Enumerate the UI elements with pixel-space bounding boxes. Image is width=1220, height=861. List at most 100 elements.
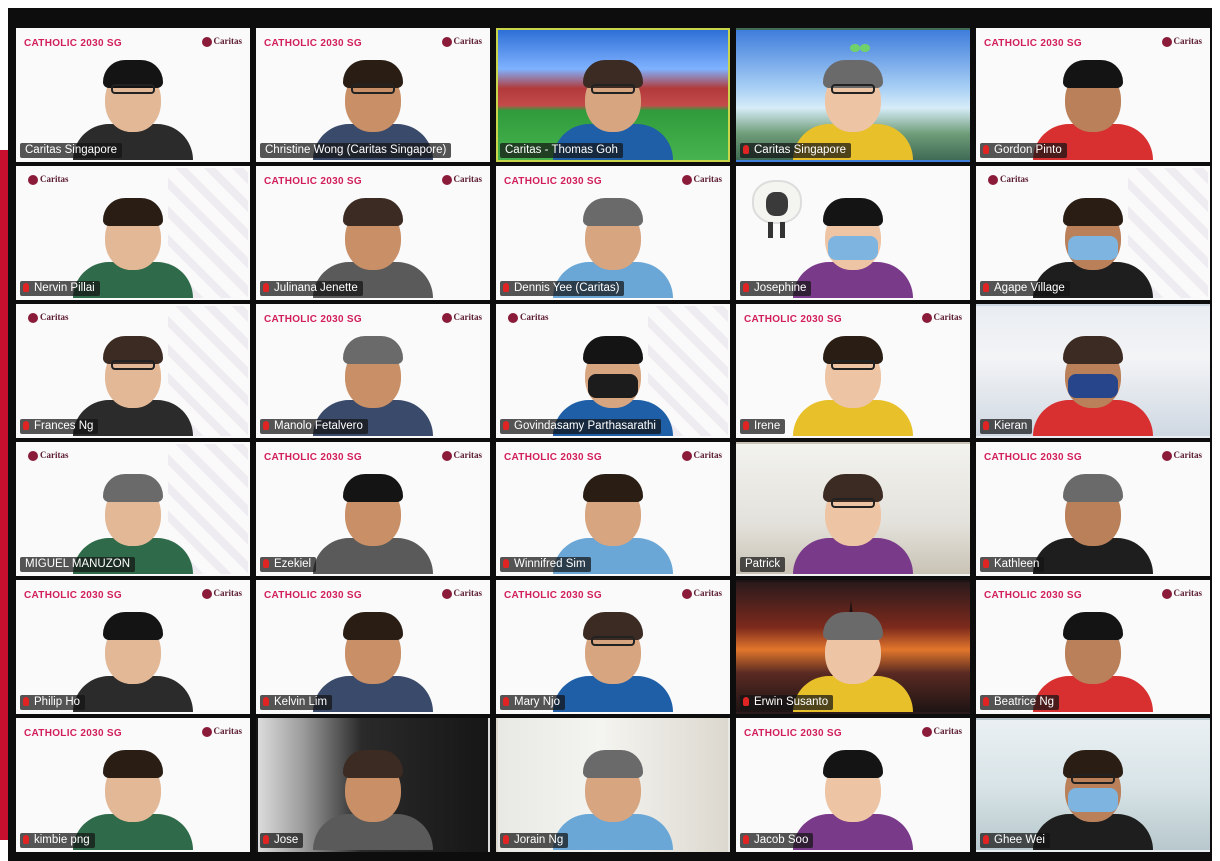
participant-video-tile[interactable]: Kieran — [976, 304, 1210, 438]
mic-muted-icon — [263, 283, 269, 292]
participant-video — [738, 306, 968, 436]
participant-name-label: Julinana Jenette — [260, 281, 363, 296]
participant-name-label: Patrick — [740, 557, 786, 572]
participant-name-label: Agape Village — [980, 281, 1070, 296]
participant-video-tile[interactable]: Patrick — [736, 442, 970, 576]
participant-video-tile[interactable]: CATHOLIC 2030 SG Caritas Philip Ho — [16, 580, 250, 714]
participant-video — [258, 168, 488, 298]
participant-video-tile[interactable]: Erwin Susanto — [736, 580, 970, 714]
participant-name: Julinana Jenette — [274, 282, 358, 294]
mic-muted-icon — [263, 421, 269, 430]
brand-accent-bar — [0, 150, 8, 840]
participant-grid: CATHOLIC 2030 SG Caritas Caritas Singapore… — [16, 28, 1210, 852]
participant-name-label: Jacob Soo — [740, 833, 814, 848]
participant-video-tile[interactable]: CATHOLIC 2030 SG Caritas Dennis Yee (Carit… — [496, 166, 730, 300]
participant-name-label: Christine Wong (Caritas Singapore) — [260, 143, 452, 158]
participant-name: Ezekiel — [274, 558, 312, 570]
participant-video-tile[interactable]: CATHOLIC 2030 SG Caritas Kelvin Lim — [256, 580, 490, 714]
participant-name-label: Manolo Fetalvero — [260, 419, 368, 434]
mic-muted-icon — [743, 283, 749, 292]
participant-video-tile[interactable]: CATHOLIC 2030 SG Caritas Julinana Jenette — [256, 166, 490, 300]
participant-name-label: Kieran — [980, 419, 1033, 434]
participant-video-tile[interactable]: Caritas Govindasamy Parthasarathi — [496, 304, 730, 438]
participant-name-label: Ezekiel — [260, 557, 317, 572]
participant-video — [498, 168, 728, 298]
participant-name-label: Mary Njo — [500, 695, 566, 710]
participant-video-tile[interactable]: CATHOLIC 2030 SG Caritas Beatrice Ng — [976, 580, 1210, 714]
mic-muted-icon — [743, 145, 749, 154]
participant-name: Mary Njo — [514, 696, 561, 708]
mic-muted-icon — [263, 835, 269, 844]
participant-video — [18, 30, 248, 160]
mic-muted-icon — [503, 559, 509, 568]
participant-video-tile[interactable]: CATHOLIC 2030 SG Caritas Jacob Soo — [736, 718, 970, 852]
participant-video-tile[interactable]: CATHOLIC 2030 SG Caritas Gordon Pinto — [976, 28, 1210, 162]
participant-name-label: Dennis Yee (Caritas) — [500, 281, 625, 296]
participant-video-tile[interactable]: Caritas Agape Village — [976, 166, 1210, 300]
participant-video — [978, 720, 1208, 850]
participant-video — [498, 720, 728, 850]
participant-video-tile[interactable]: CATHOLIC 2030 SG Caritas Mary Njo — [496, 580, 730, 714]
mic-muted-icon — [743, 697, 749, 706]
participant-name: Beatrice Ng — [994, 696, 1055, 708]
mic-muted-icon — [263, 559, 269, 568]
participant-name-label: Caritas - Thomas Goh — [500, 143, 623, 158]
mic-muted-icon — [23, 697, 29, 706]
participant-video-tile[interactable]: Jose — [256, 718, 490, 852]
participant-video — [978, 444, 1208, 574]
participant-video — [498, 30, 728, 160]
participant-video — [978, 168, 1208, 298]
participant-name-label: Josephine — [740, 281, 812, 296]
participant-video-tile[interactable]: Caritas MIGUEL MANUZON — [16, 442, 250, 576]
participant-name: Gordon Pinto — [994, 144, 1062, 156]
participant-name-label: Winnifred Sim — [500, 557, 591, 572]
participant-name: Philip Ho — [34, 696, 81, 708]
participant-name-label: MIGUEL MANUZON — [20, 557, 135, 572]
mic-muted-icon — [503, 421, 509, 430]
mic-muted-icon — [23, 421, 29, 430]
mic-muted-icon — [23, 283, 29, 292]
participant-video-tile[interactable]: Jorain Ng — [496, 718, 730, 852]
participant-name: Frances Ng — [34, 420, 94, 432]
participant-video-tile[interactable]: CATHOLIC 2030 SG Caritas Ezekiel — [256, 442, 490, 576]
mic-muted-icon — [743, 835, 749, 844]
video-gallery-window: CATHOLIC 2030 SG Caritas Caritas Singapore… — [8, 8, 1212, 861]
participant-video-tile[interactable]: CATHOLIC 2030 SG Caritas Winnifred Sim — [496, 442, 730, 576]
participant-video-tile[interactable]: CATHOLIC 2030 SG Caritas kimbie png — [16, 718, 250, 852]
participant-name: Jose — [274, 834, 299, 846]
participant-name-label: Beatrice Ng — [980, 695, 1060, 710]
participant-name: Caritas Singapore — [25, 144, 118, 156]
participant-video-tile[interactable]: Caritas Frances Ng — [16, 304, 250, 438]
participant-name: Kathleen — [994, 558, 1040, 570]
participant-video-tile[interactable]: Caritas Nervin Pillai — [16, 166, 250, 300]
participant-video — [258, 720, 488, 850]
participant-video-tile[interactable]: Josephine — [736, 166, 970, 300]
participant-video-tile[interactable]: Caritas Singapore — [736, 28, 970, 162]
participant-video-tile[interactable]: CATHOLIC 2030 SG Caritas Kathleen — [976, 442, 1210, 576]
participant-video — [18, 168, 248, 298]
participant-video-tile[interactable]: Caritas - Thomas Goh — [496, 28, 730, 162]
participant-video-tile[interactable]: CATHOLIC 2030 SG Caritas Caritas Singapore — [16, 28, 250, 162]
participant-name: Manolo Fetalvero — [274, 420, 363, 432]
participant-video-tile[interactable]: Ghee Wei — [976, 718, 1210, 852]
mic-muted-icon — [263, 697, 269, 706]
participant-video — [738, 720, 968, 850]
participant-name-label: Kathleen — [980, 557, 1045, 572]
participant-name: Agape Village — [994, 282, 1065, 294]
participant-name-label: Erwin Susanto — [740, 695, 834, 710]
participant-video-tile[interactable]: CATHOLIC 2030 SG Caritas Manolo Fetalvero — [256, 304, 490, 438]
participant-name: kimbie png — [34, 834, 90, 846]
mic-muted-icon — [983, 421, 989, 430]
participant-name: Caritas - Thomas Goh — [505, 144, 618, 156]
mic-muted-icon — [503, 283, 509, 292]
participant-video — [18, 582, 248, 712]
mic-muted-icon — [983, 145, 989, 154]
mic-muted-icon — [983, 697, 989, 706]
mic-muted-icon — [983, 559, 989, 568]
participant-video-tile[interactable]: CATHOLIC 2030 SG Caritas Christine Wong (C… — [256, 28, 490, 162]
participant-name-label: Ghee Wei — [980, 833, 1050, 848]
participant-name: Patrick — [745, 558, 781, 570]
participant-video — [978, 30, 1208, 160]
participant-video-tile[interactable]: CATHOLIC 2030 SG Caritas Irene — [736, 304, 970, 438]
mic-muted-icon — [743, 421, 749, 430]
